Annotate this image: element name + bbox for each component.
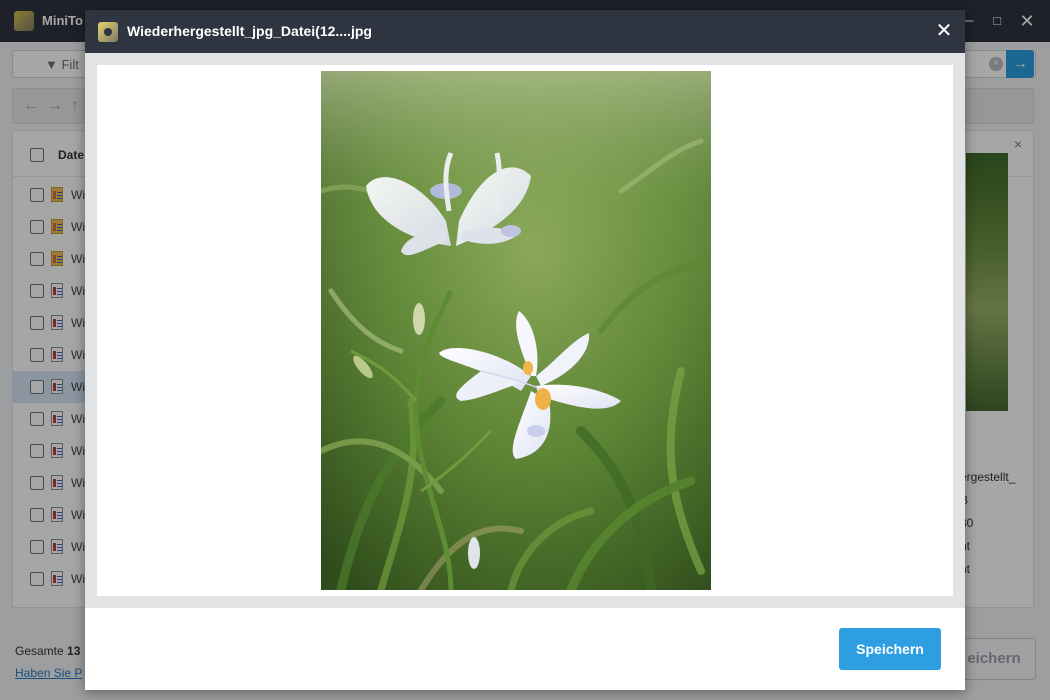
image-preview-dialog: Wiederhergestellt_jpg_Datei(12....jpg ✕ <box>85 10 965 690</box>
dialog-body <box>85 53 965 608</box>
save-button[interactable]: Speichern <box>839 628 941 670</box>
app-logo-icon <box>98 22 118 42</box>
image-canvas <box>97 65 953 596</box>
dialog-title: Wiederhergestellt_jpg_Datei(12....jpg <box>127 23 372 39</box>
dialog-close-icon[interactable]: ✕ <box>933 20 955 42</box>
preview-image <box>321 71 711 590</box>
dialog-footer: Speichern <box>85 608 965 690</box>
dialog-header: Wiederhergestellt_jpg_Datei(12....jpg ✕ <box>85 10 965 53</box>
